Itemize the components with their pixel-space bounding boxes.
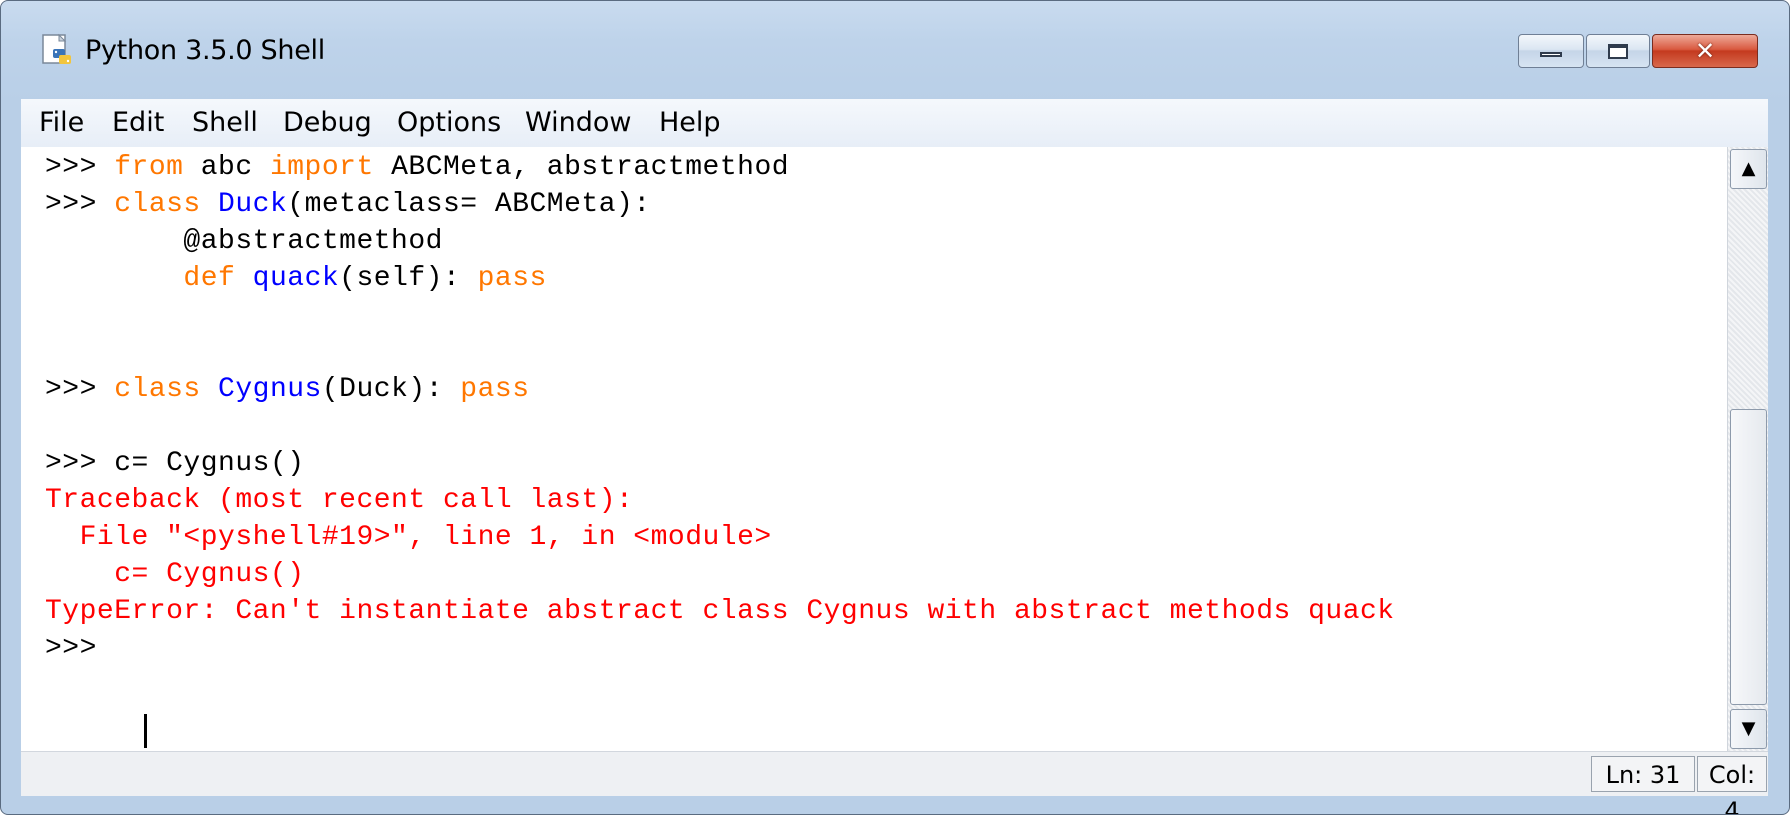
code-token: abc xyxy=(183,152,270,183)
column-number-indicator: Col: 4 xyxy=(1697,756,1767,814)
console-line: >>> from abc import ABCMeta, abstractmet… xyxy=(45,147,789,189)
code-token: ABCMeta, abstractmethod xyxy=(373,152,790,183)
console-line: @abstractmethod xyxy=(45,221,443,263)
window-title: Python 3.5.0 Shell xyxy=(85,35,325,66)
code-token: class xyxy=(114,374,201,405)
status-bar: Ln: 31 Col: 4 xyxy=(21,751,1768,814)
console-line: >>> xyxy=(45,628,114,670)
console-line: Traceback (most recent call last): xyxy=(45,480,633,522)
code-token: quack xyxy=(252,263,340,294)
code-token: Cygnus xyxy=(218,374,322,405)
maximize-button[interactable] xyxy=(1586,34,1650,68)
minimize-icon xyxy=(1540,52,1562,57)
scroll-down-button[interactable]: ▼ xyxy=(1730,709,1767,749)
text-cursor xyxy=(144,714,147,748)
scroll-thumb[interactable] xyxy=(1730,409,1767,705)
code-token: c= Cygnus() xyxy=(45,559,305,590)
code-token: from xyxy=(114,152,184,183)
close-button[interactable]: ✕ xyxy=(1652,34,1758,68)
menu-shell[interactable]: Shell xyxy=(188,105,262,141)
shell-text-area[interactable]: >>> from abc import ABCMeta, abstractmet… xyxy=(21,147,1727,751)
menu-debug[interactable]: Debug xyxy=(279,105,376,141)
code-token: (Duck): xyxy=(321,374,461,405)
line-number-indicator: Ln: 31 xyxy=(1591,756,1695,792)
console-line: >>> c= Cygnus() xyxy=(45,443,305,485)
code-token: class xyxy=(114,189,201,220)
menu-help[interactable]: Help xyxy=(655,105,725,141)
menu-options[interactable]: Options xyxy=(393,105,505,141)
code-token: import xyxy=(269,152,374,183)
shell-prompt: >>> xyxy=(45,189,115,220)
menu-bar: File Edit Shell Debug Options Window Hel… xyxy=(21,99,1768,148)
code-token: File "<pyshell#19>", line 1, in <module> xyxy=(45,522,772,553)
console-line: File "<pyshell#19>", line 1, in <module> xyxy=(45,517,772,559)
idle-shell-window: Python 3.5.0 Shell ✕ File Edit Shell Deb… xyxy=(0,0,1790,815)
vertical-scrollbar[interactable]: ▲ ▼ xyxy=(1727,147,1768,751)
code-token: Traceback (most recent call last): xyxy=(45,485,634,516)
menu-window[interactable]: Window xyxy=(521,105,635,141)
close-icon: ✕ xyxy=(1694,37,1716,65)
code-token: c= Cygnus() xyxy=(114,448,305,479)
console-line: >>> class Duck(metaclass= ABCMeta): xyxy=(45,184,651,226)
code-token: pass xyxy=(460,374,530,405)
console-line: TypeError: Can't instantiate abstract cl… xyxy=(45,591,1395,633)
code-token: (self): xyxy=(339,263,478,294)
console-line: >>> class Cygnus(Duck): pass xyxy=(45,369,530,411)
code-token: def xyxy=(183,263,236,294)
shell-prompt: >>> xyxy=(45,374,115,405)
scroll-up-button[interactable]: ▲ xyxy=(1730,149,1767,189)
menu-file[interactable]: File xyxy=(35,105,88,141)
code-token: @abstractmethod xyxy=(45,226,443,257)
code-token: Duck xyxy=(218,189,288,220)
shell-prompt: >>> xyxy=(45,633,115,664)
code-token: TypeError: Can't instantiate abstract cl… xyxy=(45,596,1395,627)
minimize-button[interactable] xyxy=(1518,34,1584,68)
console-line: c= Cygnus() xyxy=(45,554,305,596)
maximize-icon xyxy=(1608,44,1628,59)
title-bar[interactable]: Python 3.5.0 Shell ✕ xyxy=(1,1,1789,99)
python-idle-icon xyxy=(42,33,71,64)
shell-prompt: >>> xyxy=(45,448,115,479)
shell-prompt: >>> xyxy=(45,152,115,183)
menu-edit[interactable]: Edit xyxy=(108,105,168,141)
code-token: (metaclass= ABCMeta): xyxy=(287,189,651,220)
console-line: def quack(self): pass xyxy=(45,258,547,300)
code-token: pass xyxy=(477,263,547,294)
